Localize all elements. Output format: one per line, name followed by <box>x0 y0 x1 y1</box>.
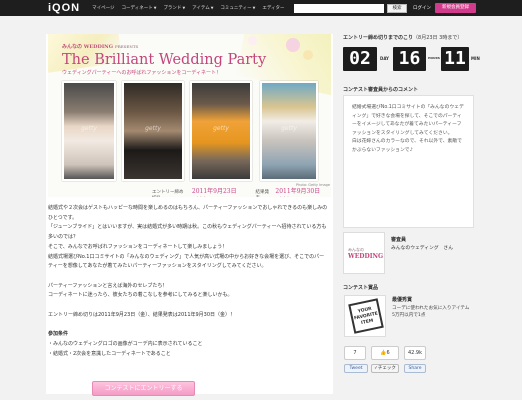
judge-avatar[interactable]: みんなの WEDDING <box>343 232 385 274</box>
celebrity-photo: getty <box>260 81 318 181</box>
judge-comment-box: 結婚式場選びNo.1口コミサイトの「みんなのウェディング」で好きな会場を探して、… <box>343 95 474 228</box>
banner-subtitle: ウェディングパーティーへのお呼ばれファッションをコーディネート！ <box>62 70 222 76</box>
countdown-hours-unit: HOURS <box>428 56 440 60</box>
nav-item-community[interactable]: コミュニティー▼ <box>220 5 255 11</box>
prize-name: 最優秀賞 <box>392 297 413 303</box>
contest-description: 結婚式や２次会はゲストもハッピーな時間を楽しめるのはもちろん、パーティーファッシ… <box>48 204 328 359</box>
description-paragraph: 結婚式や２次会はゲストもハッピーな時間を楽しめるのはもちろん、パーティーファッシ… <box>48 205 328 270</box>
tweet-button[interactable]: Tweet <box>344 364 368 373</box>
check-button[interactable]: ✓チェック <box>371 364 399 373</box>
flower-decoration <box>286 38 300 52</box>
nav-item-brand[interactable]: ブランド▼ <box>163 5 185 11</box>
flower-decoration <box>248 36 257 45</box>
tweet-count: 42.9k <box>404 346 426 360</box>
countdown-minutes-unit: MIN <box>471 56 480 61</box>
description-paragraph: エントリー締め切りは2011年9月23日（金）、結果発表は2011年9月30日（… <box>48 311 236 318</box>
search-input[interactable] <box>294 4 384 13</box>
share-button[interactable]: Share <box>404 364 426 373</box>
conditions-list: ・みんなのウェディングロゴの画像がコーデ内に表示されていること ・結婚式・2次会… <box>48 340 203 357</box>
countdown-title: エントリー締め切りまでのこり（8月23日 3時まで） <box>343 35 463 41</box>
countdown-day-unit: DAY <box>380 56 389 61</box>
prize-description: コーデに使われたお気に入りアイテム5万円以内で1点 <box>392 306 470 318</box>
celebrity-photo: getty <box>122 81 184 181</box>
chevron-down-icon: ▼ <box>182 6 186 10</box>
nav-item-editor[interactable]: エディター <box>262 5 284 11</box>
prize-image: YOUR FAVORITE ITEM <box>344 295 386 337</box>
wedding-logo: みんなの WEDDING <box>348 247 384 260</box>
conditions-heading: 参加条件 <box>48 331 69 338</box>
judge-comment-text: 結婚式場選びNo.1口コミサイトの「みんなのウェディング」で好きな会場を探して、… <box>352 105 464 153</box>
search-button[interactable]: 検索 <box>387 4 407 13</box>
contest-entry-button[interactable]: コンテストにエントリーする <box>92 381 195 396</box>
judge-name[interactable]: みんなのウェディング さん <box>391 244 453 251</box>
contest-main: みんなの WEDDING PRESENTS The Brilliant Weddi… <box>46 34 333 394</box>
nav-item-mypage[interactable]: マイページ <box>92 5 114 11</box>
celebrity-photo: getty <box>190 81 252 181</box>
chevron-down-icon: ▼ <box>210 6 214 10</box>
prize-title: コンテスト賞品 <box>343 285 379 291</box>
favorite-item-stamp: YOUR FAVORITE ITEM <box>348 298 384 334</box>
nav-item-item[interactable]: アイテム▼ <box>192 5 213 11</box>
contest-dates: エントリー締め切り 2011年9月23日（金） 結果発表 2011年9月30日（… <box>152 188 321 197</box>
judge-comment-title: コンテスト審査員からのコメント <box>343 87 419 93</box>
countdown-days: 02 <box>343 47 377 71</box>
login-link[interactable]: ログイン <box>413 5 431 11</box>
contest-banner: みんなの WEDDING PRESENTS The Brilliant Weddi… <box>48 34 331 197</box>
description-paragraph: パーティーファッションと言えば海外のセレブたち！ コーディネートに迷ったら、彼女… <box>48 282 233 299</box>
banner-title: The Brilliant Wedding Party <box>62 52 267 68</box>
celebrity-photo: getty <box>62 81 116 181</box>
chevron-down-icon: ▼ <box>252 6 256 10</box>
nav-item-coordinate[interactable]: コーディネート▼ <box>122 5 157 11</box>
countdown-minutes: 11 <box>441 47 469 71</box>
chevron-down-icon: ▼ <box>153 6 157 10</box>
banner-brand-logo: みんなの WEDDING PRESENTS <box>62 44 139 50</box>
judge-role: 審査員 <box>391 237 407 243</box>
countdown-hours: 16 <box>393 47 426 71</box>
register-button[interactable]: 新規会員登録 <box>435 3 476 13</box>
mixi-check-count: 7 <box>344 346 366 360</box>
judge-profile: みんなの WEDDING 審査員 みんなのウェディング さん <box>343 232 474 277</box>
site-logo[interactable]: iQON <box>48 2 80 14</box>
flower-decoration <box>303 50 313 60</box>
like-count: 👍6 <box>371 346 399 360</box>
